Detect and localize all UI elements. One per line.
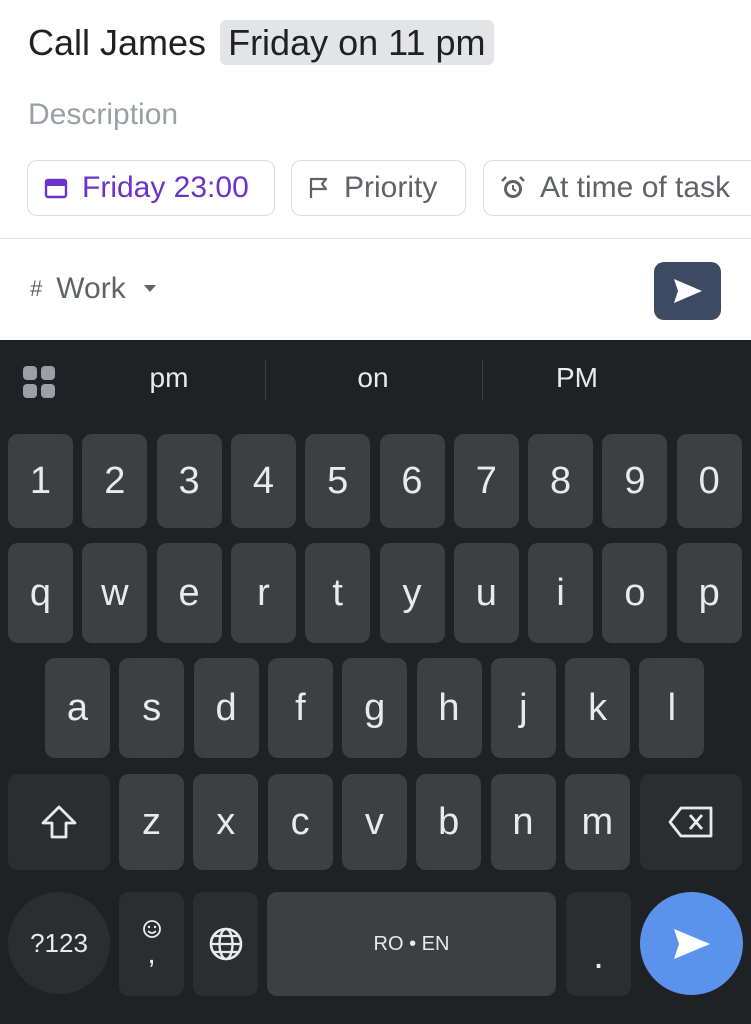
key-v[interactable]: v xyxy=(341,774,407,870)
suggestion-bar: pm on PM xyxy=(0,340,751,422)
language-key[interactable] xyxy=(193,892,258,996)
keyboard: pm on PM 1234567890 qwertyuiop asdfghjkl… xyxy=(0,340,751,1024)
calendar-icon xyxy=(44,178,68,199)
key-q[interactable]: q xyxy=(8,543,73,643)
key-c[interactable]: c xyxy=(267,774,333,870)
key-f[interactable]: f xyxy=(267,658,333,758)
key-2[interactable]: 2 xyxy=(82,434,148,528)
reminder-chip[interactable]: At time of task xyxy=(483,160,751,216)
alarm-icon xyxy=(501,176,525,198)
key-9[interactable]: 9 xyxy=(602,434,668,528)
key-b[interactable]: b xyxy=(416,774,482,870)
key-m[interactable]: m xyxy=(564,774,630,870)
key-x[interactable]: x xyxy=(193,774,259,870)
chevron-down-icon xyxy=(143,285,156,292)
key-8[interactable]: 8 xyxy=(528,434,594,528)
key-o[interactable]: o xyxy=(602,543,668,643)
date-highlight: Friday on 11 pm xyxy=(220,20,494,65)
key-k[interactable]: k xyxy=(565,658,631,758)
key-r[interactable]: r xyxy=(230,543,296,643)
key-3[interactable]: 3 xyxy=(156,434,222,528)
backspace-icon xyxy=(668,806,713,838)
key-z[interactable]: z xyxy=(119,774,184,870)
task-title-input[interactable]: Call James Friday on 11 pm xyxy=(28,20,494,65)
key-6[interactable]: 6 xyxy=(379,434,445,528)
task-title-text: Call James xyxy=(28,22,207,63)
key-u[interactable]: u xyxy=(453,543,519,643)
key-p[interactable]: p xyxy=(676,543,742,643)
backspace-key[interactable] xyxy=(640,774,742,870)
enter-key[interactable] xyxy=(640,892,743,995)
shift-key[interactable] xyxy=(8,774,110,870)
divider xyxy=(0,238,751,239)
due-date-chip[interactable]: Friday 23:00 xyxy=(27,160,275,216)
key-5[interactable]: 5 xyxy=(305,434,371,528)
shift-icon xyxy=(41,805,77,839)
emoji-icon xyxy=(142,920,161,938)
key-7[interactable]: 7 xyxy=(453,434,519,528)
key-d[interactable]: d xyxy=(193,658,259,758)
suggestion-separator xyxy=(482,360,483,400)
key-s[interactable]: s xyxy=(119,658,185,758)
project-label: Work xyxy=(56,272,126,305)
key-g[interactable]: g xyxy=(342,658,408,758)
due-date-label: Friday 23:00 xyxy=(82,171,249,204)
key-h[interactable]: h xyxy=(416,658,482,758)
project-selector[interactable]: # Work xyxy=(30,272,156,306)
key-0[interactable]: 0 xyxy=(676,434,742,528)
comma-label: , xyxy=(147,937,156,970)
key-1[interactable]: 1 xyxy=(8,434,73,528)
globe-icon xyxy=(209,927,242,961)
symbols-key[interactable]: ?123 xyxy=(8,892,110,994)
key-l[interactable]: l xyxy=(639,658,705,758)
reminder-label: At time of task xyxy=(540,171,731,204)
space-key[interactable]: RO • EN xyxy=(267,892,556,996)
send-icon xyxy=(673,279,702,303)
suggestion-3[interactable]: PM xyxy=(502,362,652,394)
apps-grid-icon[interactable] xyxy=(23,366,55,398)
key-e[interactable]: e xyxy=(156,543,222,643)
key-a[interactable]: a xyxy=(45,658,110,758)
add-task-button[interactable] xyxy=(654,262,721,320)
priority-chip[interactable]: Priority xyxy=(291,160,466,216)
key-n[interactable]: n xyxy=(490,774,556,870)
key-i[interactable]: i xyxy=(528,543,594,643)
key-j[interactable]: j xyxy=(490,658,556,758)
description-input[interactable]: Description xyxy=(28,98,178,132)
suggestion-separator xyxy=(265,360,266,400)
key-y[interactable]: y xyxy=(379,543,445,643)
key-w[interactable]: w xyxy=(82,543,148,643)
suggestion-1[interactable]: pm xyxy=(94,362,244,394)
task-editor: Call James Friday on 11 pm Description F… xyxy=(0,0,751,340)
key-t[interactable]: t xyxy=(305,543,371,643)
suggestion-2[interactable]: on xyxy=(298,362,448,394)
period-key[interactable]: . xyxy=(566,892,631,996)
send-icon xyxy=(673,928,710,959)
key-4[interactable]: 4 xyxy=(230,434,296,528)
flag-icon xyxy=(309,177,328,198)
hash-icon: # xyxy=(30,276,43,301)
comma-key[interactable]: , xyxy=(119,892,184,996)
priority-label: Priority xyxy=(344,171,438,204)
